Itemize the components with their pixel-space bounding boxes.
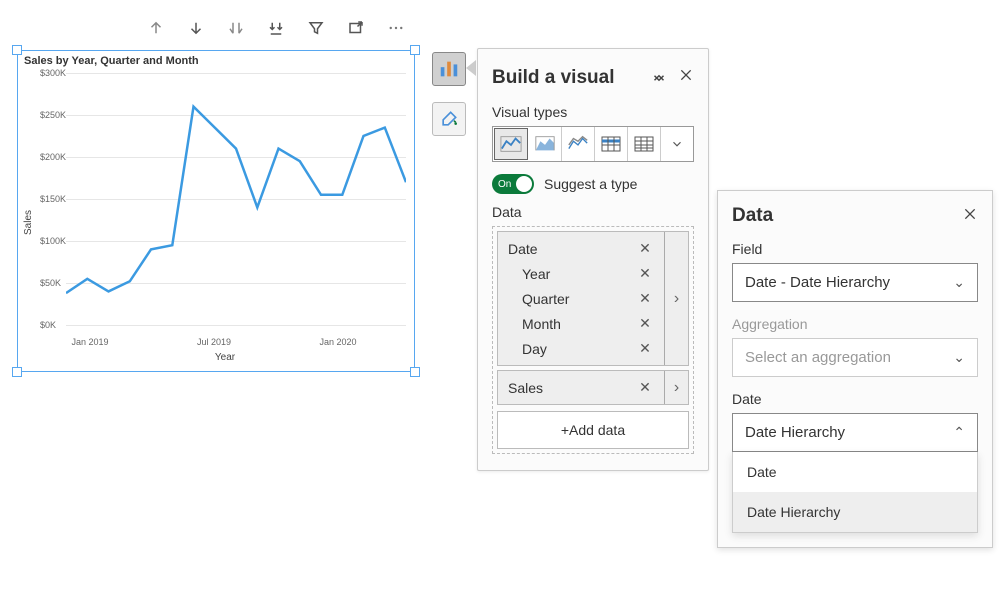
resize-handle[interactable] <box>410 367 420 377</box>
data-section-label: Data <box>492 204 694 220</box>
visual-container[interactable]: Sales by Year, Quarter and Month Sales $… <box>17 50 415 372</box>
resize-handle[interactable] <box>12 367 22 377</box>
data-panel-title: Data <box>732 205 773 227</box>
chevron-down-icon: ⌄ <box>953 349 965 366</box>
y-tick: $250K <box>40 110 66 120</box>
visual-types-picker <box>492 126 694 162</box>
suggest-type-label: Suggest a type <box>544 176 637 192</box>
panel-title: Build a visual <box>492 67 614 89</box>
chevron-up-icon: ⌃ <box>953 424 965 441</box>
field-month[interactable]: Month✕ <box>498 311 664 336</box>
field-date[interactable]: Date✕ <box>498 236 664 261</box>
remove-field-icon[interactable]: ✕ <box>636 315 654 332</box>
field-options-chevron[interactable]: › <box>664 232 688 365</box>
resize-handle[interactable] <box>12 45 22 55</box>
add-data-button[interactable]: +Add data <box>497 411 689 449</box>
y-tick: $200K <box>40 152 66 162</box>
x-tick: Jan 2020 <box>319 337 356 347</box>
field-quarter[interactable]: Quarter✕ <box>498 286 664 311</box>
suggest-type-toggle[interactable]: On <box>492 174 534 194</box>
field-options-chevron[interactable]: › <box>664 371 688 404</box>
aggregation-label: Aggregation <box>732 316 978 332</box>
expand-next-level-icon[interactable] <box>226 18 246 38</box>
format-visual-tab[interactable] <box>432 102 466 136</box>
line-chart <box>66 73 406 325</box>
y-tick: $50K <box>40 278 61 288</box>
more-visual-types[interactable] <box>661 127 693 161</box>
resize-handle[interactable] <box>410 45 420 55</box>
area-chart-type[interactable] <box>529 127 562 161</box>
visual-action-toolbar <box>146 18 406 38</box>
x-tick: Jan 2019 <box>71 337 108 347</box>
build-visual-tab[interactable] <box>432 52 466 86</box>
y-axis-label: Sales <box>23 210 34 235</box>
collapse-icon[interactable] <box>650 63 668 92</box>
drill-down-icon[interactable] <box>186 18 206 38</box>
y-tick: $0K <box>40 320 56 330</box>
field-select[interactable]: Date - Date Hierarchy ⌄ <box>732 263 978 302</box>
field-year[interactable]: Year✕ <box>498 261 664 286</box>
drill-up-icon[interactable] <box>146 18 166 38</box>
table-type[interactable] <box>595 127 628 161</box>
x-axis-label: Year <box>215 352 235 363</box>
callout-pointer <box>466 60 476 76</box>
field-label: Field <box>732 241 978 257</box>
expand-all-down-icon[interactable] <box>266 18 286 38</box>
y-tick: $150K <box>40 194 66 204</box>
chart-plot-area: Sales $0K$50K$100K$150K$200K$250K$300K J… <box>44 73 406 361</box>
date-field-group: Date✕ Year✕ Quarter✕ Month✕ Day✕ › <box>497 231 689 366</box>
y-tick: $100K <box>40 236 66 246</box>
gridline <box>66 325 406 326</box>
dropdown-option-date-hierarchy[interactable]: Date Hierarchy <box>733 492 977 532</box>
field-day[interactable]: Day✕ <box>498 336 664 361</box>
date-hierarchy-dropdown: Date Date Hierarchy <box>732 452 978 533</box>
close-icon[interactable] <box>678 67 694 88</box>
aggregation-select: Select an aggregation ⌄ <box>732 338 978 377</box>
remove-field-icon[interactable]: ✕ <box>636 379 654 396</box>
visual-types-label: Visual types <box>492 104 694 120</box>
sales-field[interactable]: Sales✕ › <box>497 370 689 405</box>
remove-field-icon[interactable]: ✕ <box>636 290 654 307</box>
chevron-down-icon: ⌄ <box>953 274 965 291</box>
remove-field-icon[interactable]: ✕ <box>636 240 654 257</box>
date-hierarchy-select[interactable]: Date Hierarchy ⌃ <box>732 413 978 452</box>
data-field-well: Date✕ Year✕ Quarter✕ Month✕ Day✕ › Sales… <box>492 226 694 454</box>
build-visual-panel: Build a visual Visual types On Suggest a… <box>477 48 709 471</box>
chart-title: Sales by Year, Quarter and Month <box>18 51 414 71</box>
data-options-panel: Data Field Date - Date Hierarchy ⌄ Aggre… <box>717 190 993 548</box>
x-tick: Jul 2019 <box>197 337 231 347</box>
remove-field-icon[interactable]: ✕ <box>636 265 654 282</box>
matrix-type[interactable] <box>628 127 661 161</box>
more-options-icon[interactable] <box>386 18 406 38</box>
date-label: Date <box>732 391 978 407</box>
focus-mode-icon[interactable] <box>346 18 366 38</box>
y-tick: $300K <box>40 68 66 78</box>
remove-field-icon[interactable]: ✕ <box>636 340 654 357</box>
close-icon[interactable] <box>962 206 978 227</box>
stacked-area-chart-type[interactable] <box>562 127 595 161</box>
dropdown-option-date[interactable]: Date <box>733 452 977 492</box>
filter-icon[interactable] <box>306 18 326 38</box>
line-chart-type[interactable] <box>494 128 528 160</box>
